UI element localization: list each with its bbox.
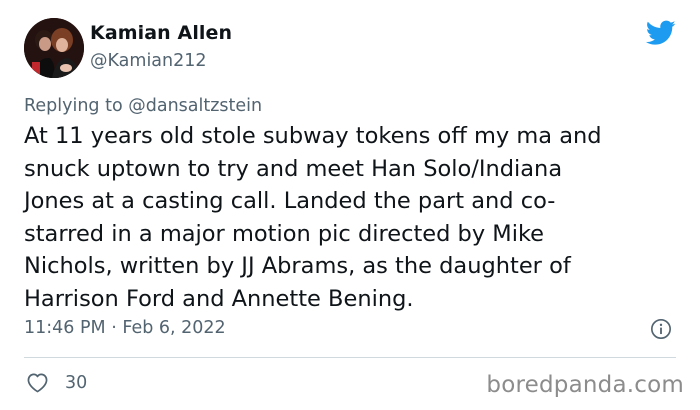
- watermark: boredpanda.com: [486, 372, 684, 398]
- replying-to-label: Replying to: [24, 96, 129, 116]
- reply-mention-link[interactable]: @dansaltzstein: [128, 96, 262, 116]
- tweet-card: Kamian Allen @Kamian212 Replying to @dan…: [0, 0, 700, 410]
- like-count: 30: [65, 372, 88, 393]
- user-avatar[interactable]: [24, 18, 84, 78]
- display-name[interactable]: Kamian Allen: [90, 22, 232, 44]
- heart-icon: [27, 373, 48, 393]
- like-button[interactable]: 30: [26, 372, 87, 393]
- replying-to-line: Replying to @dansaltzstein: [24, 96, 262, 116]
- avatar-photo-icon: [24, 18, 84, 78]
- divider: [24, 357, 676, 358]
- twitter-bird-icon[interactable]: [646, 20, 676, 46]
- tweet-text: At 11 years old stole subway tokens off …: [24, 123, 602, 312]
- tweet-timestamp[interactable]: 11:46 PM · Feb 6, 2022: [24, 318, 226, 338]
- info-icon[interactable]: [650, 318, 672, 340]
- user-handle[interactable]: @Kamian212: [90, 51, 207, 71]
